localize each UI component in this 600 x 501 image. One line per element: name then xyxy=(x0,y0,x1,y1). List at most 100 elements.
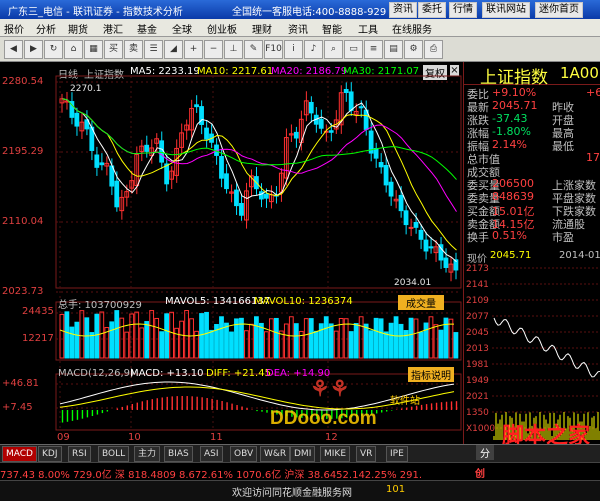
tab-rsi[interactable]: RSI xyxy=(68,446,91,462)
ticker-text: 737.43 8.00% 729.0亿 深 818.4809 8.672.61%… xyxy=(0,470,423,481)
volume-bar xyxy=(438,329,444,359)
list-icon[interactable]: ☰ xyxy=(144,40,163,59)
tab-obv[interactable]: OBV xyxy=(230,446,258,462)
forward-icon[interactable]: ▶ xyxy=(24,40,43,59)
minute-tab[interactable]: 分 xyxy=(476,445,494,460)
print-icon[interactable]: ⎙ xyxy=(424,40,443,59)
volume-bar xyxy=(453,332,459,359)
sell-icon[interactable]: 卖 xyxy=(124,40,143,59)
tab-mike[interactable]: MIKE xyxy=(320,446,351,462)
menu-hk-fx[interactable]: 港汇 xyxy=(103,21,123,36)
tab-boll[interactable]: BOLL xyxy=(98,446,130,462)
tab-ipe[interactable]: IPE xyxy=(386,446,408,462)
tab-dmi[interactable]: DMI xyxy=(290,446,316,462)
status-right: 101 xyxy=(386,484,406,495)
news-button[interactable]: 资讯 xyxy=(389,2,417,18)
info-icon[interactable]: i xyxy=(284,40,303,59)
quote-row-value2: 173 xyxy=(586,151,600,164)
volume-bar xyxy=(139,327,145,359)
volume-bar xyxy=(313,330,319,359)
candle-body xyxy=(144,144,150,152)
volume-bar xyxy=(293,323,299,359)
intraday-mini-chart[interactable]: 现价 2045.71 2014-01 2173 2141 2109 2077 2045 2… xyxy=(464,248,600,444)
volume-bar xyxy=(94,313,100,359)
grid-icon[interactable]: ▦ xyxy=(84,40,103,59)
tab-vr[interactable]: VR xyxy=(356,446,377,462)
search-icon[interactable]: ⌕ xyxy=(324,40,343,59)
refresh-icon[interactable]: ↻ xyxy=(44,40,63,59)
volume-bar xyxy=(204,311,209,359)
quote-row-value: -37.43 xyxy=(492,112,528,125)
order-button[interactable]: 委托 xyxy=(418,2,446,18)
tab-bias[interactable]: BIAS xyxy=(164,446,193,462)
window-icon[interactable]: ▭ xyxy=(344,40,363,59)
mini-y-tick: 1981 xyxy=(466,360,489,370)
volume-bar xyxy=(169,311,175,359)
menu-tools[interactable]: 工具 xyxy=(358,21,378,36)
menu-futures[interactable]: 期货 xyxy=(68,21,88,36)
candle-body xyxy=(164,163,170,185)
candle-body xyxy=(383,164,389,186)
ma5-line xyxy=(62,98,457,263)
volume-bar xyxy=(268,318,274,359)
bell-icon[interactable]: ♪ xyxy=(304,40,323,59)
zoom-in-icon[interactable]: + xyxy=(184,40,203,59)
f10-icon[interactable]: F10 xyxy=(264,40,283,59)
stock-icon[interactable]: ≡ xyxy=(364,40,383,59)
pen-icon[interactable]: ✎ xyxy=(244,40,263,59)
website-button[interactable]: 联讯网站 xyxy=(482,2,530,18)
candle-body xyxy=(413,222,419,228)
chart-svg[interactable] xyxy=(0,62,463,444)
tab-kdj[interactable]: KDJ xyxy=(38,446,62,462)
menu-online-service[interactable]: 在线服务 xyxy=(392,21,432,36)
menu-global[interactable]: 全球 xyxy=(172,21,192,36)
ma30-line xyxy=(62,98,457,180)
calendar-icon[interactable]: ▤ xyxy=(384,40,403,59)
candle-body xyxy=(388,181,394,197)
chart-icon[interactable]: ◢ xyxy=(164,40,183,59)
macd-label: MACD(12,26,9) xyxy=(58,368,134,379)
volume-bar xyxy=(259,322,264,359)
candle-body xyxy=(443,257,449,268)
volume-bar xyxy=(373,317,379,359)
quote-button[interactable]: 行情 xyxy=(449,2,477,18)
home-icon[interactable]: ⌂ xyxy=(64,40,83,59)
volume-bar xyxy=(109,321,115,359)
candle-body xyxy=(328,130,334,133)
tab-macd[interactable]: MACD xyxy=(2,446,37,462)
menu-analysis[interactable]: 分析 xyxy=(36,21,56,36)
zoom-out-icon[interactable]: − xyxy=(204,40,223,59)
mini-home-button[interactable]: 迷你首页 xyxy=(535,2,583,18)
tab-wr[interactable]: W&R xyxy=(260,446,291,462)
menu-wealth[interactable]: 理财 xyxy=(252,21,272,36)
menu-fund[interactable]: 基金 xyxy=(137,21,157,36)
indicator-tabs: MACD KDJ RSI BOLL 主力 BIAS ASI OBV W&R DMI MIKE VR IP… xyxy=(0,444,600,462)
buy-icon[interactable]: 买 xyxy=(104,40,123,59)
index-code: 1A00 xyxy=(560,64,599,82)
candle-body xyxy=(224,173,229,190)
quote-row-label2: 最低 xyxy=(552,140,574,153)
volume-selector[interactable]: 成交量 xyxy=(398,295,444,310)
volume-bar xyxy=(199,313,204,359)
volume-bar xyxy=(378,318,384,359)
menu-quote[interactable]: 报价 xyxy=(4,21,24,36)
volume-bar xyxy=(224,322,229,359)
volume-bar xyxy=(273,317,279,359)
menu-smart[interactable]: 智能 xyxy=(322,21,342,36)
candle-body xyxy=(234,189,239,207)
volume-bar xyxy=(403,330,409,359)
settings-icon[interactable]: ⚙ xyxy=(404,40,423,59)
ruler-icon[interactable]: ⊥ xyxy=(224,40,243,59)
candle-body xyxy=(204,127,209,140)
candle-body xyxy=(74,112,80,127)
indicator-explain-button[interactable]: 指标说明 xyxy=(408,367,454,382)
volume-bar xyxy=(159,331,165,359)
volume-bar xyxy=(283,323,289,359)
tab-[interactable]: 主力 xyxy=(134,446,161,462)
menu-news[interactable]: 资讯 xyxy=(288,21,308,36)
menu-gem[interactable]: 创业板 xyxy=(207,21,237,36)
back-icon[interactable]: ◀ xyxy=(4,40,23,59)
window-title: 广东三_电信 - 联讯证券 - 指数技术分析 xyxy=(8,7,183,18)
volume-bar xyxy=(74,321,80,359)
tab-asi[interactable]: ASI xyxy=(200,446,223,462)
